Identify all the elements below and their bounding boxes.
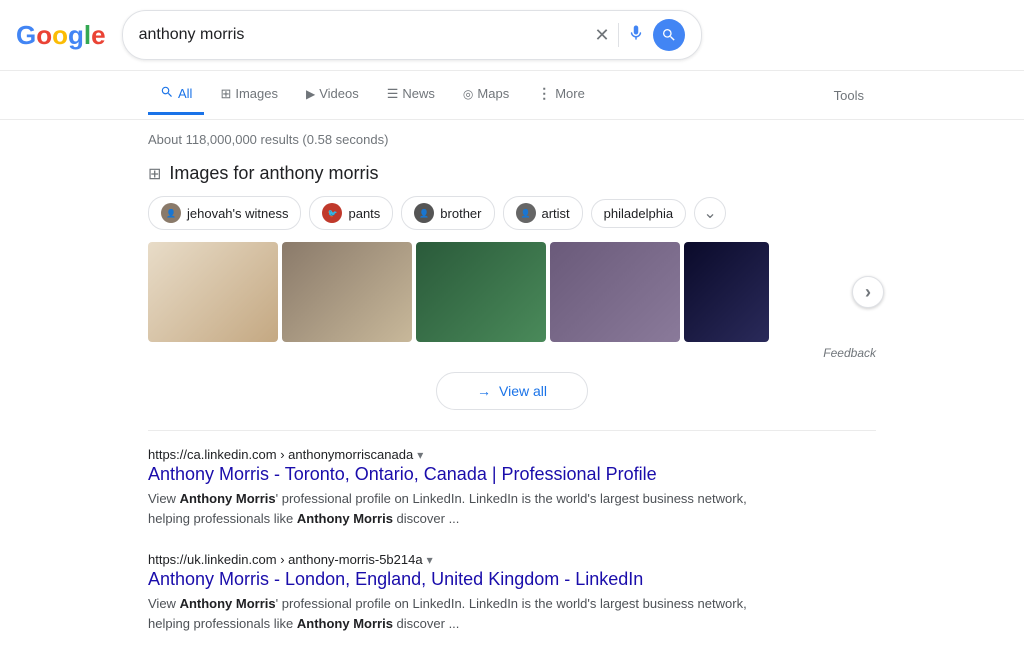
tab-news-label: News — [402, 86, 435, 101]
result-1-url-line: https://ca.linkedin.com › anthonymorrisc… — [148, 447, 876, 462]
image-thumb-3[interactable] — [416, 242, 546, 342]
tab-videos-label: Videos — [319, 86, 359, 101]
result-2-bold-1: Anthony Morris — [180, 596, 276, 611]
tab-news[interactable]: ☰ News — [375, 76, 447, 115]
image-thumb-4[interactable] — [550, 242, 680, 342]
divider — [148, 430, 876, 431]
result-2-url-line: https://uk.linkedin.com › anthony-morris… — [148, 552, 876, 567]
chip-avatar-brother: 👤 — [414, 203, 434, 223]
nav-tabs: All ⊞ Images ▶ Videos ☰ News ◎ Maps ⋮ Mo… — [0, 71, 1024, 120]
tab-all-label: All — [178, 86, 192, 101]
chip-label-artist: artist — [542, 206, 570, 221]
search-icon — [160, 85, 174, 102]
result-2-url: https://uk.linkedin.com › anthony-morris… — [148, 552, 423, 567]
mic-icon[interactable] — [627, 24, 645, 47]
search-result-2: https://uk.linkedin.com › anthony-morris… — [148, 552, 876, 633]
view-all-label: View all — [499, 383, 547, 399]
images-section-title: Images for anthony morris — [169, 163, 378, 184]
tab-videos[interactable]: ▶ Videos — [294, 76, 371, 114]
tab-images-label: Images — [235, 86, 278, 101]
images-icon: ⊞ — [220, 86, 231, 102]
chip-jehovahs-witness[interactable]: 👤 jehovah's witness — [148, 196, 301, 230]
chip-avatar-pants: 🐦 — [322, 203, 342, 223]
result-1-bold-1: Anthony Morris — [180, 491, 276, 506]
main-content: About 118,000,000 results (0.58 seconds)… — [0, 120, 1024, 633]
images-section: ⊞ Images for anthony morris 👤 jehovah's … — [148, 163, 876, 410]
result-1-bold-2: Anthony Morris — [297, 511, 393, 526]
chip-avatar-artist: 👤 — [516, 203, 536, 223]
search-input[interactable]: anthony morris — [139, 26, 587, 44]
arrow-right-icon: → — [477, 383, 491, 399]
chip-artist[interactable]: 👤 artist — [503, 196, 583, 230]
images-title-row: ⊞ Images for anthony morris — [148, 163, 876, 184]
chip-label-brother: brother — [440, 206, 481, 221]
chevron-down-icon: ⌄ — [703, 203, 716, 223]
tools-button[interactable]: Tools — [822, 78, 876, 113]
feedback-label[interactable]: Feedback — [148, 346, 876, 360]
image-thumb-2[interactable] — [282, 242, 412, 342]
image-strip — [148, 242, 876, 342]
dots-icon: ⋮ — [537, 85, 551, 102]
chip-brother[interactable]: 👤 brother — [401, 196, 494, 230]
tab-all[interactable]: All — [148, 75, 204, 115]
tab-images[interactable]: ⊞ Images — [208, 76, 290, 115]
chevron-right-icon: › — [865, 282, 871, 303]
chip-philadelphia[interactable]: philadelphia — [591, 199, 686, 228]
image-thumb-1[interactable] — [148, 242, 278, 342]
google-logo[interactable]: Google — [16, 22, 106, 48]
images-grid-icon: ⊞ — [148, 164, 161, 184]
chip-more-button[interactable]: ⌄ — [694, 197, 726, 229]
search-bar: anthony morris ✕ — [122, 10, 702, 60]
chip-avatar-jehovah: 👤 — [161, 203, 181, 223]
tab-more[interactable]: ⋮ More — [525, 75, 597, 115]
results-count: About 118,000,000 results (0.58 seconds) — [148, 132, 876, 147]
result-2-snippet: View Anthony Morris' professional profil… — [148, 594, 748, 633]
tab-maps[interactable]: ◎ Maps — [451, 76, 521, 114]
map-pin-icon: ◎ — [463, 87, 473, 101]
search-clear-button[interactable]: ✕ — [595, 25, 610, 46]
divider — [618, 23, 619, 47]
image-next-button[interactable]: › — [852, 276, 884, 308]
search-button[interactable] — [653, 19, 685, 51]
result-1-dropdown-arrow[interactable]: ▾ — [417, 448, 423, 462]
chip-pants[interactable]: 🐦 pants — [309, 196, 393, 230]
tab-maps-label: Maps — [477, 86, 509, 101]
view-all-button[interactable]: → View all — [436, 372, 588, 410]
header: Google anthony morris ✕ — [0, 0, 1024, 71]
view-all-wrapper: → View all — [148, 372, 876, 410]
chip-label-jehovahs-witness: jehovah's witness — [187, 206, 288, 221]
search-results: https://ca.linkedin.com › anthonymorrisc… — [148, 447, 876, 633]
image-thumbnails-wrapper: › — [148, 242, 876, 342]
search-result-1: https://ca.linkedin.com › anthonymorrisc… — [148, 447, 876, 528]
result-2-title[interactable]: Anthony Morris - London, England, United… — [148, 569, 876, 590]
result-2-dropdown-arrow[interactable]: ▾ — [427, 553, 433, 567]
news-icon: ☰ — [387, 86, 399, 102]
image-thumb-5[interactable] — [684, 242, 769, 342]
chip-label-pants: pants — [348, 206, 380, 221]
tab-more-label: More — [555, 86, 585, 101]
filter-chips: 👤 jehovah's witness 🐦 pants 👤 brother 👤 … — [148, 196, 876, 230]
chip-label-philadelphia: philadelphia — [604, 206, 673, 221]
video-icon: ▶ — [306, 87, 315, 101]
result-1-url: https://ca.linkedin.com › anthonymorrisc… — [148, 447, 413, 462]
result-1-snippet: View Anthony Morris' professional profil… — [148, 489, 748, 528]
result-1-title[interactable]: Anthony Morris - Toronto, Ontario, Canad… — [148, 464, 876, 485]
